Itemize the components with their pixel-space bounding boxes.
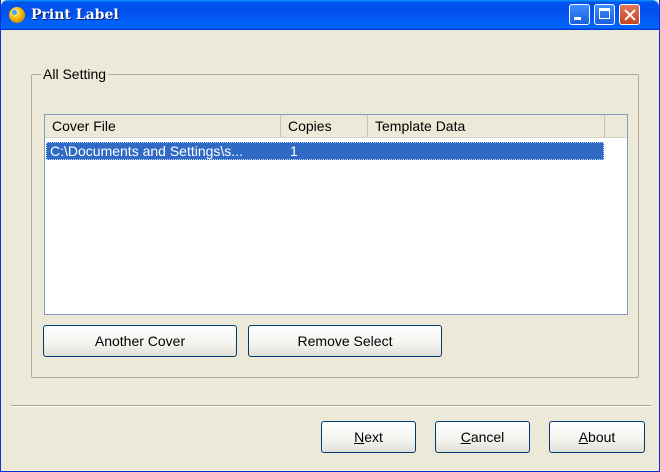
column-header-filler (605, 115, 627, 137)
about-button[interactable]: About (549, 421, 645, 453)
column-header-cover-file[interactable]: Cover File (45, 115, 281, 137)
list-row[interactable]: C:\Documents and Settings\s... 1 (46, 142, 604, 160)
separator (11, 405, 651, 407)
cover-file-list[interactable]: Cover File Copies Template Data C:\Docum… (44, 114, 628, 315)
next-mnemonic: N (354, 429, 365, 445)
app-icon (9, 7, 25, 23)
cancel-button[interactable]: Cancel (435, 421, 530, 453)
title-bar[interactable]: Print Label (1, 0, 659, 30)
window-title: Print Label (31, 7, 119, 23)
close-button[interactable] (619, 4, 640, 25)
column-header-copies[interactable]: Copies (281, 115, 368, 137)
minimize-button[interactable] (569, 4, 590, 25)
about-label-rest: bout (588, 429, 616, 445)
cancel-mnemonic: C (460, 429, 471, 445)
next-button[interactable]: Next (321, 421, 416, 453)
about-mnemonic: A (578, 429, 589, 445)
another-cover-button[interactable]: Another Cover (43, 325, 237, 357)
group-label: All Setting (41, 66, 109, 82)
cancel-label-rest: ancel (470, 429, 505, 445)
print-label-window: Print Label All Setting Cover File Copie… (0, 0, 660, 472)
cell-copies: 1 (290, 143, 298, 159)
column-header-template-data[interactable]: Template Data (368, 115, 605, 137)
next-label-rest: ext (364, 429, 383, 445)
list-header: Cover File Copies Template Data (45, 115, 627, 138)
maximize-button[interactable] (594, 4, 615, 25)
cell-cover-file: C:\Documents and Settings\s... (50, 143, 243, 159)
remove-select-button[interactable]: Remove Select (248, 325, 442, 357)
